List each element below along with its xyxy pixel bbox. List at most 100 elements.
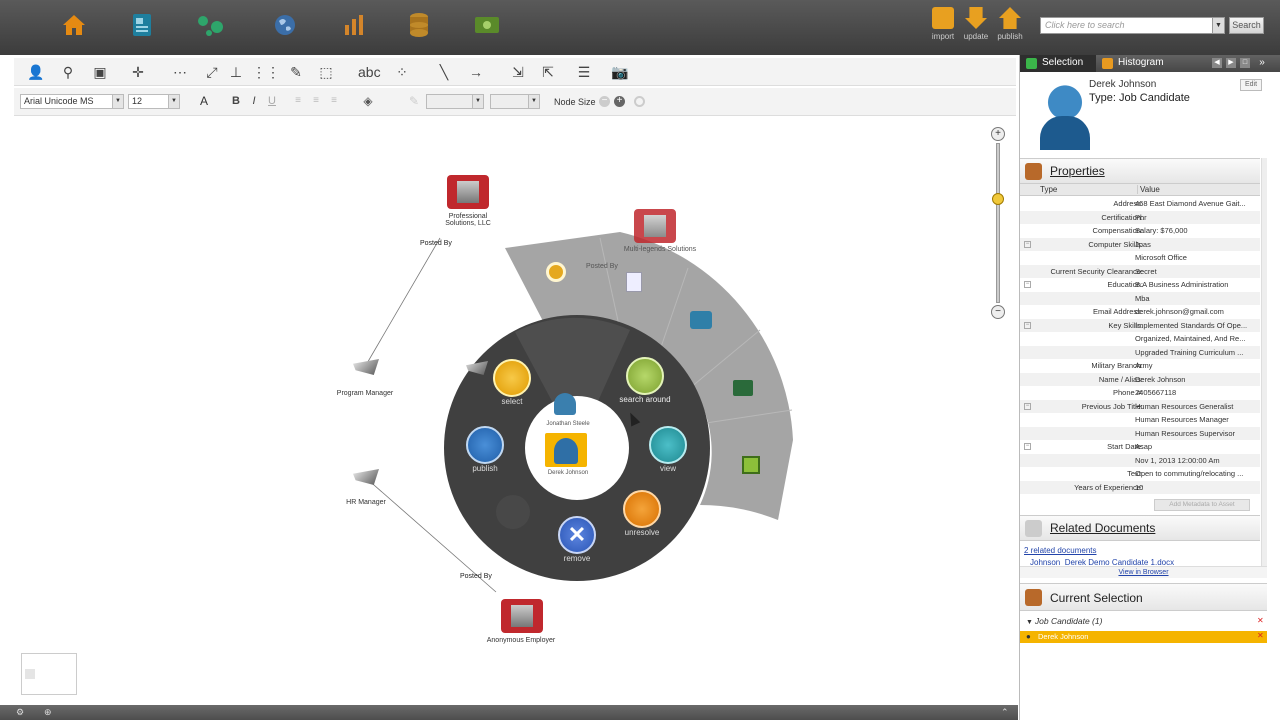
building-icon[interactable] — [501, 599, 543, 633]
graph-icon[interactable] — [197, 10, 227, 40]
settings-icon[interactable]: ⊕ — [44, 707, 56, 718]
value-column-header[interactable]: Value — [1137, 185, 1160, 194]
graph-canvas[interactable]: Professional Solutions, LLC Multi-legend… — [14, 117, 1016, 703]
line-style-select[interactable]: ▼ — [426, 94, 484, 109]
building-icon[interactable] — [447, 175, 489, 209]
maximize-icon[interactable]: □ — [1240, 58, 1250, 68]
related-documents-header[interactable]: Related Documents — [1020, 515, 1260, 541]
type-column-header[interactable]: Type — [1040, 185, 1057, 194]
minimap-viewport[interactable] — [25, 669, 35, 679]
update-button[interactable]: update — [959, 7, 993, 47]
database-icon[interactable] — [404, 10, 434, 40]
zoom-track[interactable] — [996, 143, 1000, 303]
collapse-toggle-icon[interactable]: − — [1024, 240, 1031, 248]
building-icon[interactable] — [634, 209, 676, 243]
remove-group-icon[interactable]: ✕ — [1257, 616, 1264, 625]
home-icon[interactable] — [59, 10, 89, 40]
select-button[interactable]: select — [492, 359, 532, 406]
align-center-icon[interactable]: ≡ — [306, 91, 326, 111]
collapse-toggle-icon[interactable]: − — [1024, 321, 1031, 329]
related-document-item[interactable]: Johnson_Derek Demo Candidate 1.docx — [1030, 558, 1250, 566]
edit-button[interactable]: Edit — [1240, 79, 1262, 91]
zoom-in-button[interactable]: + — [991, 127, 1005, 141]
remove-item-icon[interactable]: ✕ — [1257, 631, 1264, 640]
list-icon[interactable]: ☰ — [574, 62, 594, 82]
selection-group[interactable]: ▼ Job Candidate (1) — [1026, 616, 1102, 626]
wrench-icon[interactable]: ⚙ — [16, 707, 28, 718]
underline-button[interactable]: U — [262, 91, 282, 111]
unresolve-button[interactable]: unresolve — [615, 490, 669, 537]
node-size-increase-button[interactable]: + — [614, 96, 625, 107]
pin-icon[interactable]: ✎ — [286, 62, 306, 82]
connect-icon[interactable]: ⤢ — [202, 62, 222, 82]
document-icon[interactable] — [626, 272, 642, 292]
zoom-handle[interactable] — [992, 193, 1004, 205]
globe-icon[interactable] — [270, 10, 300, 40]
import-button[interactable]: import — [926, 7, 960, 47]
related-documents-link[interactable]: 2 related documents — [1024, 546, 1097, 555]
zoom-out-button[interactable]: − — [991, 305, 1005, 319]
selected-person-node[interactable] — [545, 433, 587, 467]
fill-color-icon[interactable]: ◈ — [358, 91, 378, 111]
minimap[interactable] — [21, 653, 77, 695]
search-dropdown-toggle[interactable]: ▼ — [1212, 17, 1225, 34]
line-width-select[interactable]: ▼ — [490, 94, 540, 109]
expand-icon[interactable]: ⇱ — [538, 62, 558, 82]
select-area-icon[interactable]: ⬚ — [316, 62, 336, 82]
collapse-toggle-icon[interactable]: − — [1024, 281, 1031, 288]
next-icon[interactable]: ▶ — [1226, 58, 1236, 68]
target-icon[interactable] — [546, 262, 566, 282]
id-card-icon[interactable] — [733, 380, 753, 396]
view-in-browser-link[interactable]: View in Browser — [1020, 566, 1267, 578]
line-icon[interactable]: ╲ — [434, 62, 454, 82]
remove-button[interactable]: ✕ remove — [556, 516, 598, 563]
monitor-icon[interactable] — [742, 456, 760, 474]
properties-header[interactable]: Properties — [1020, 158, 1260, 184]
align-right-icon[interactable]: ≡ — [324, 91, 344, 111]
layout-icon[interactable]: ⋯ — [170, 62, 190, 82]
align-left-icon[interactable]: ≡ — [288, 91, 308, 111]
people-icon[interactable] — [690, 311, 712, 329]
node-size-reset-button[interactable] — [634, 96, 645, 107]
publish-button[interactable]: publish — [465, 426, 505, 473]
zoom-slider[interactable]: + − — [990, 127, 1006, 319]
properties-scrollbar[interactable] — [1261, 158, 1267, 566]
document-icon[interactable] — [127, 10, 157, 40]
search-button[interactable]: Search — [1229, 17, 1264, 34]
tab-histogram[interactable]: Histogram — [1096, 55, 1186, 72]
italic-button[interactable]: I — [244, 91, 264, 111]
font-size-select[interactable]: 12 ▼ — [128, 94, 180, 109]
collapse-toggle-icon[interactable]: − — [1024, 443, 1031, 450]
person-pin-icon[interactable]: ⚲ — [58, 62, 78, 82]
expand-up-icon[interactable]: ⌃ — [1001, 707, 1013, 718]
font-family-select[interactable]: Arial Unicode MS ▼ — [20, 94, 124, 109]
add-metadata-button[interactable]: Add Metadata to Asset — [1154, 499, 1250, 511]
text-label-icon[interactable]: abc — [358, 62, 381, 82]
node-size-decrease-button[interactable]: − — [599, 96, 610, 107]
collapse-panel-icon[interactable]: » — [1256, 58, 1268, 68]
bar-chart-icon[interactable] — [339, 10, 369, 40]
collapse-icon[interactable]: ⇲ — [508, 62, 528, 82]
collapse-toggle-icon[interactable]: − — [1024, 402, 1031, 410]
image-icon[interactable]: ▣ — [90, 62, 110, 82]
selected-item-row[interactable]: ● Derek Johnson ✕ — [1020, 631, 1267, 643]
camera-icon[interactable]: 📷 — [610, 62, 630, 82]
current-selection-header[interactable]: Current Selection — [1020, 583, 1267, 611]
bold-button[interactable]: B — [226, 91, 246, 111]
line-color-icon[interactable]: ✎ — [404, 91, 424, 111]
selected-item-label: Derek Johnson — [1038, 632, 1089, 641]
add-person-icon[interactable]: 👤 — [26, 62, 46, 82]
add-node-icon[interactable]: ✛ — [128, 62, 148, 82]
view-button[interactable]: view — [648, 426, 688, 473]
publish-button[interactable]: publish — [993, 7, 1027, 47]
tab-selection[interactable]: Selection — [1020, 55, 1096, 72]
font-color-icon[interactable]: A — [194, 91, 214, 111]
grid-icon[interactable]: ⋮⋮ — [252, 62, 280, 82]
search-around-button[interactable]: search around — [615, 357, 675, 404]
arrow-icon[interactable]: → — [466, 62, 486, 82]
previous-icon[interactable]: ◀ — [1212, 58, 1222, 68]
search-input[interactable]: Click here to search — [1040, 17, 1225, 34]
spread-icon[interactable]: ⁘ — [392, 62, 412, 82]
money-icon[interactable] — [472, 10, 502, 40]
hierarchy-icon[interactable]: ⊥ — [226, 62, 246, 82]
